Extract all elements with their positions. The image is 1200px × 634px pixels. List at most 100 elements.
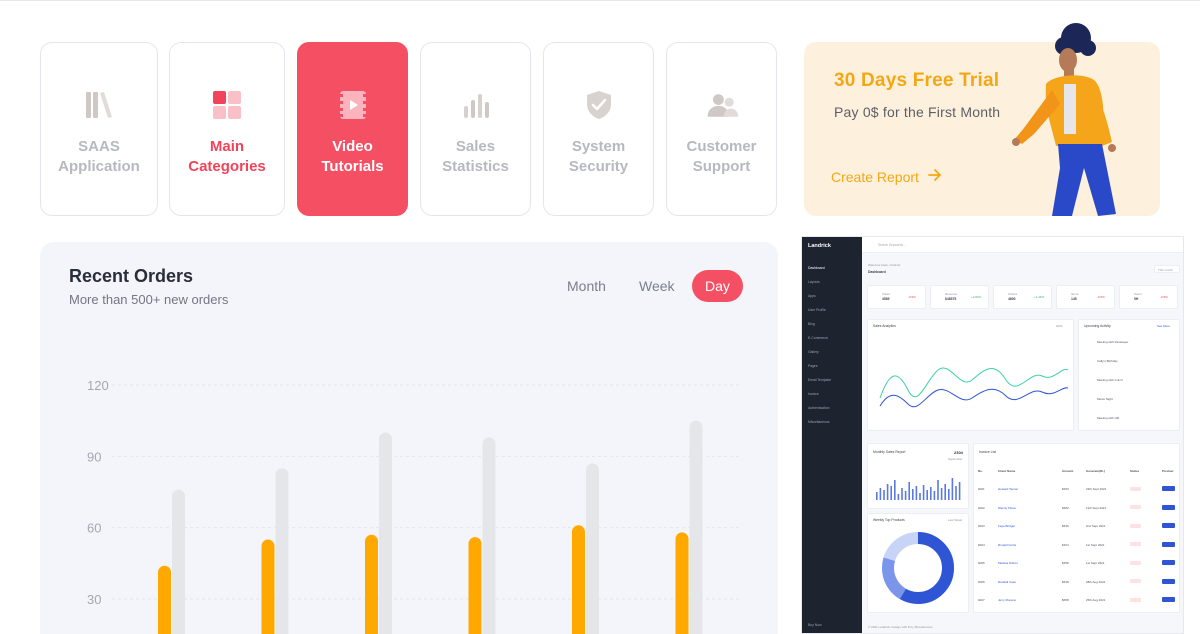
preview-button[interactable]	[1162, 578, 1175, 584]
top-divider	[0, 0, 1200, 1]
invoice-cell: 1st Sept 2021	[1086, 542, 1105, 547]
monthly-bar	[901, 488, 903, 500]
orders-bar	[675, 532, 689, 634]
y-tick-label: 60	[87, 521, 101, 536]
category-card-saas[interactable]: SAAS Application	[40, 42, 158, 216]
monthly-bars	[876, 478, 961, 500]
invoice-cell: #d07	[978, 598, 985, 602]
trial-subtitle: Pay 0$ for the First Month	[834, 104, 1001, 120]
invoice-col-header: Generate(Dt.)	[1086, 469, 1106, 473]
category-card-video[interactable]: Video Tutorials	[297, 42, 408, 216]
invoice-cell: #d02	[978, 505, 985, 510]
status-badge	[1130, 505, 1141, 509]
monthly-bar	[944, 484, 946, 500]
stat-label: Items	[1071, 292, 1079, 296]
invoice-cell: $658	[1062, 598, 1069, 602]
month-filter[interactable]: This month	[1154, 265, 1180, 273]
dashboard-logo: Landrick	[808, 243, 831, 249]
invoice-col-header: Client Name	[998, 469, 1016, 473]
sales-analytics-card: Sales Analytics 2021	[867, 319, 1074, 431]
status-badge	[1130, 486, 1141, 491]
dashboard-search[interactable]: Search Keywords...	[878, 243, 906, 247]
category-card-support[interactable]: Customer Support	[666, 42, 777, 216]
sidebar-item[interactable]: Email Template	[808, 378, 831, 382]
monthly-bar	[922, 485, 925, 500]
stat-value: 4589	[882, 297, 890, 301]
monthly-bar	[908, 482, 910, 500]
stat-card: Users 9H -0.5%	[1119, 285, 1178, 309]
film-play-icon	[335, 87, 371, 123]
invoice-cell: Ronald Curtis	[998, 542, 1017, 547]
monthly-bar	[886, 484, 889, 500]
activity-item[interactable]: Meeting with Developer	[1097, 340, 1128, 344]
activity-see-more[interactable]: See More	[1157, 324, 1170, 328]
category-card-main[interactable]: Main Categories	[169, 42, 285, 216]
sidebar-item[interactable]: E-Commerce	[808, 336, 828, 340]
invoice-cell: 2nd Sept 2021	[1086, 524, 1106, 528]
category-label: Video	[332, 138, 373, 155]
create-report-link[interactable]: Create Report	[831, 168, 943, 185]
stat-value: $48575	[945, 297, 957, 301]
category-label: Tutorials	[321, 158, 384, 175]
stat-card: Visitor 4589 -0.5%	[867, 285, 926, 309]
sidebar-item[interactable]: Pages	[808, 364, 818, 368]
monthly-bar	[915, 486, 918, 500]
category-label: System	[571, 138, 626, 155]
monthly-bar	[904, 491, 907, 500]
sidebar-item[interactable]: Blog	[808, 322, 815, 326]
category-label: Categories	[188, 158, 266, 175]
status-badge	[1130, 523, 1141, 528]
invoice-cell: Wendy Filson	[998, 505, 1017, 510]
activity-item[interactable]: Meeting with C.E.O	[1097, 378, 1123, 382]
upcoming-activity-card: Upcoming Activity See More Meeting with …	[1078, 319, 1180, 431]
preview-button[interactable]	[1162, 541, 1175, 547]
shield-check-icon	[581, 87, 617, 123]
sidebar-item[interactable]: Miscellaneous	[808, 420, 830, 424]
preview-button[interactable]	[1162, 560, 1175, 565]
category-label: Customer	[686, 138, 757, 155]
recent-orders-panel: Recent Orders More than 500+ new orders …	[40, 242, 778, 634]
y-tick-label: 120	[87, 378, 109, 393]
orders-bar	[468, 537, 482, 634]
preview-button[interactable]	[1162, 486, 1175, 491]
sidebar-item[interactable]: Invoice	[808, 392, 819, 396]
category-card-security[interactable]: System Security	[543, 42, 654, 216]
monthly-bar	[951, 478, 954, 500]
sidebar-item[interactable]: Dashboard	[808, 266, 825, 270]
activity-item[interactable]: Movie Night	[1097, 397, 1113, 401]
status-badge	[1130, 579, 1141, 583]
sidebar-item[interactable]: Layouts	[808, 280, 820, 284]
y-tick-label: 90	[87, 449, 101, 464]
invoice-cell: #d04	[978, 542, 985, 547]
stat-delta: +3.84%	[971, 295, 982, 299]
sidebar-item[interactable]: Apps	[808, 294, 816, 298]
invoice-cell: Randall Case	[998, 579, 1017, 584]
orders-bar	[261, 539, 275, 634]
sidebar-item[interactable]: Authentication	[808, 406, 830, 410]
orders-bar-background	[379, 432, 392, 634]
preview-button[interactable]	[1162, 597, 1175, 602]
category-card-sales[interactable]: Sales Statistics	[420, 42, 531, 216]
buy-now-link[interactable]: Buy Now	[808, 623, 822, 627]
invoice-col-header: Preview	[1162, 469, 1174, 473]
invoice-cell: Howard Tanner	[998, 487, 1019, 491]
category-label: Application	[58, 158, 140, 175]
activity-item[interactable]: Cally's Birthday	[1097, 359, 1118, 363]
y-tick-label: 30	[87, 592, 101, 607]
preview-button[interactable]	[1162, 523, 1175, 528]
orders-bar	[365, 534, 378, 634]
orders-bar-chart: 120 90 60 30	[87, 378, 740, 634]
invoice-cell: 23th Sept 2021	[1086, 487, 1107, 491]
stat-card: Revenue $48575 +3.84%	[930, 285, 989, 309]
sidebar-item[interactable]: User Profile	[808, 308, 826, 312]
monthly-bar	[937, 480, 939, 500]
invoice-col-header: Amount	[1062, 469, 1074, 473]
activity-item[interactable]: Meeting with HR	[1097, 416, 1119, 420]
monthly-bar	[883, 490, 885, 500]
invoice-cell: $546	[1062, 524, 1069, 528]
sidebar-item[interactable]: Gallery	[808, 350, 819, 354]
invoice-cell: #d05	[978, 561, 985, 565]
category-label: Security	[568, 158, 629, 175]
activity-title: Upcoming Activity	[1084, 324, 1111, 328]
preview-button[interactable]	[1162, 504, 1175, 510]
